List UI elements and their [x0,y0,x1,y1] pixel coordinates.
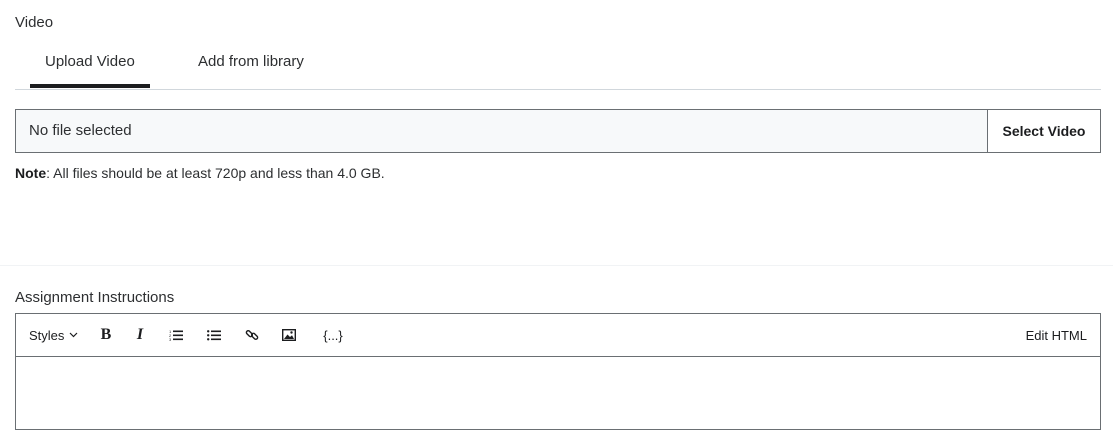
video-section-label: Video [15,14,54,31]
instructions-section-label: Assignment Instructions [15,289,175,306]
chevron-down-icon [69,332,78,338]
editor-toolbar: Styles B I 1 2 3 {...} Edit HTML [16,314,1100,357]
editor-content-area[interactable] [16,357,1100,429]
italic-button[interactable]: I [132,314,148,356]
select-video-button[interactable]: Select Video [987,110,1100,152]
svg-text:3: 3 [169,337,172,341]
link-icon [245,328,259,342]
tab-upload-video-label: Upload Video [45,53,135,70]
file-upload-field: No file selected Select Video [15,109,1101,153]
rich-text-editor: Styles B I 1 2 3 {...} Edit HTML [15,313,1101,430]
bullet-list-icon [207,329,221,341]
tab-upload-video[interactable]: Upload Video [30,44,150,88]
bullet-list-button[interactable] [206,314,222,356]
tab-add-from-library-label: Add from library [198,53,304,70]
image-icon [282,329,296,341]
ordered-list-icon: 1 2 3 [169,329,183,341]
note-label: Note [15,165,47,181]
ordered-list-button[interactable]: 1 2 3 [168,314,184,356]
bold-button[interactable]: B [98,314,114,356]
tab-add-from-library[interactable]: Add from library [183,44,308,88]
code-snippet-button[interactable]: {...} [320,314,346,356]
file-status-text: No file selected [29,122,132,139]
image-button[interactable] [281,314,297,356]
video-tabs: Upload Video Add from library [15,44,1101,90]
file-requirements-note: Note: All files should be at least 720p … [15,165,385,181]
styles-dropdown-label: Styles [29,327,65,343]
styles-dropdown[interactable]: Styles [29,314,78,356]
section-divider [0,265,1113,266]
edit-html-button[interactable]: Edit HTML [1026,314,1087,356]
note-text: : All files should be at least 720p and … [46,165,385,181]
link-button[interactable] [244,314,260,356]
